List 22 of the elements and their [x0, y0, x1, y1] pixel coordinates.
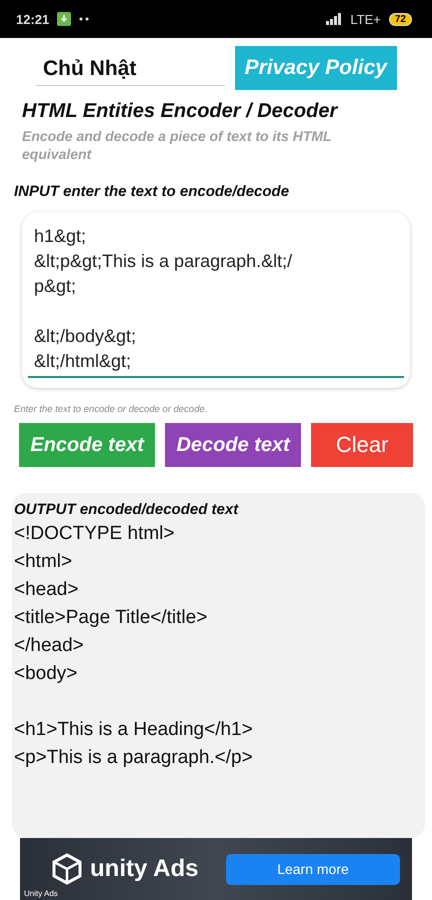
privacy-policy-button[interactable]: Privacy Policy [234, 46, 397, 90]
output-text: <!DOCTYPE html> <html> <head> <title>Page Title</title> </head> <body> <h1>This is a Heading</h1> <p>This is a paragraph.</p> [13, 522, 254, 770]
input-label: INPUT enter the text to encode/decode [14, 183, 290, 200]
clock: 12:21 [16, 12, 50, 26]
learn-more-button[interactable]: Learn more [226, 854, 400, 884]
helper-text: Enter the text to encode or decode or decode. [14, 404, 208, 415]
signal-icon [326, 13, 342, 25]
clear-button[interactable]: Clear [311, 423, 414, 467]
encode-button[interactable]: Encode text [19, 423, 156, 467]
dots-icon [79, 17, 90, 21]
decode-button[interactable]: Decode text [165, 423, 302, 467]
network-label: LTE+ [350, 12, 381, 26]
cube-logo-icon [50, 852, 84, 886]
subtitle: Encode and decode a piece of text to its HTML equivalent [22, 127, 332, 163]
date-field[interactable]: Chủ Nhật [36, 50, 225, 86]
download-icon [57, 12, 72, 26]
input-field[interactable]: h1&gt; &lt;p&gt;This is a paragraph.&lt;/ p&gt; &lt;/body&gt; &lt;/html&gt; [28, 224, 404, 378]
page-title: HTML Entities Encoder / Decoder [22, 100, 340, 123]
output-label: OUTPUT encoded/decoded text [14, 501, 240, 518]
ad-logo-text: unity Ads [90, 855, 198, 883]
battery-indicator: 72 [388, 12, 412, 26]
ad-source-label: Unity Ads [24, 889, 58, 898]
